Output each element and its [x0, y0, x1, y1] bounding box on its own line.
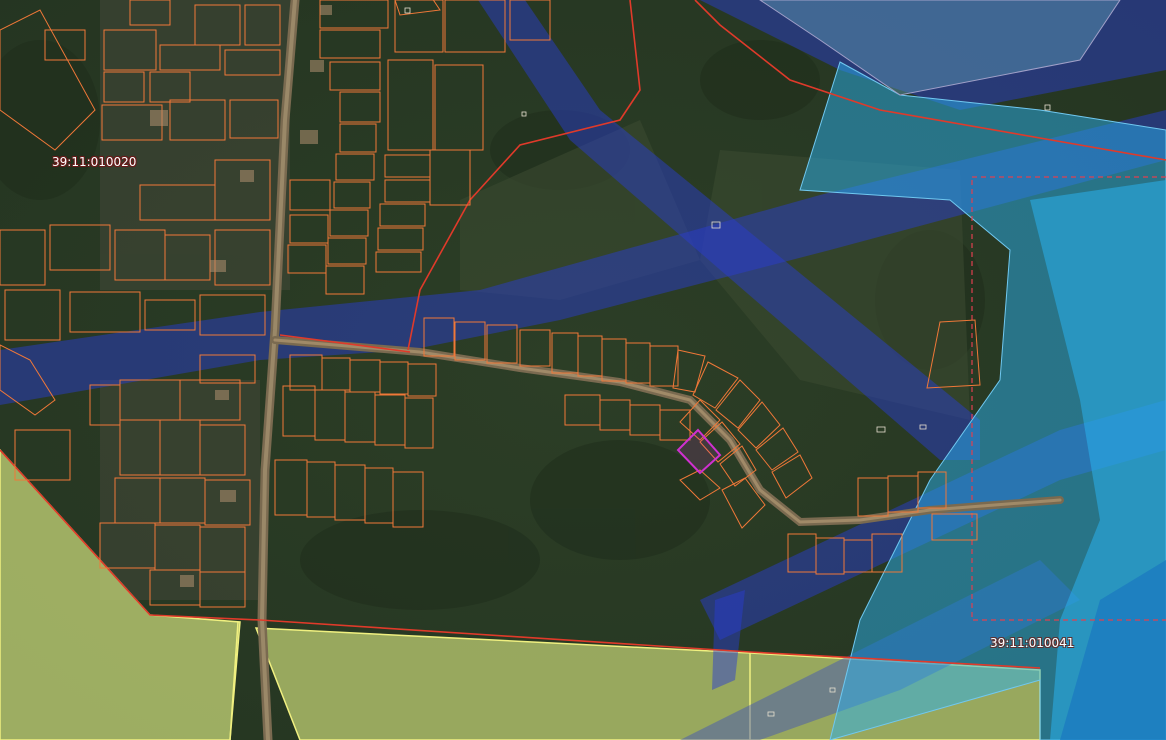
quarter-label-010020[interactable]: 39:11:010020 — [50, 155, 138, 169]
quarter-label-010041[interactable]: 39:11:010041 — [988, 636, 1076, 650]
cadastral-map[interactable]: 39:11:010020 39:11:010041 — [0, 0, 1166, 740]
map-canvas[interactable] — [0, 0, 1166, 740]
